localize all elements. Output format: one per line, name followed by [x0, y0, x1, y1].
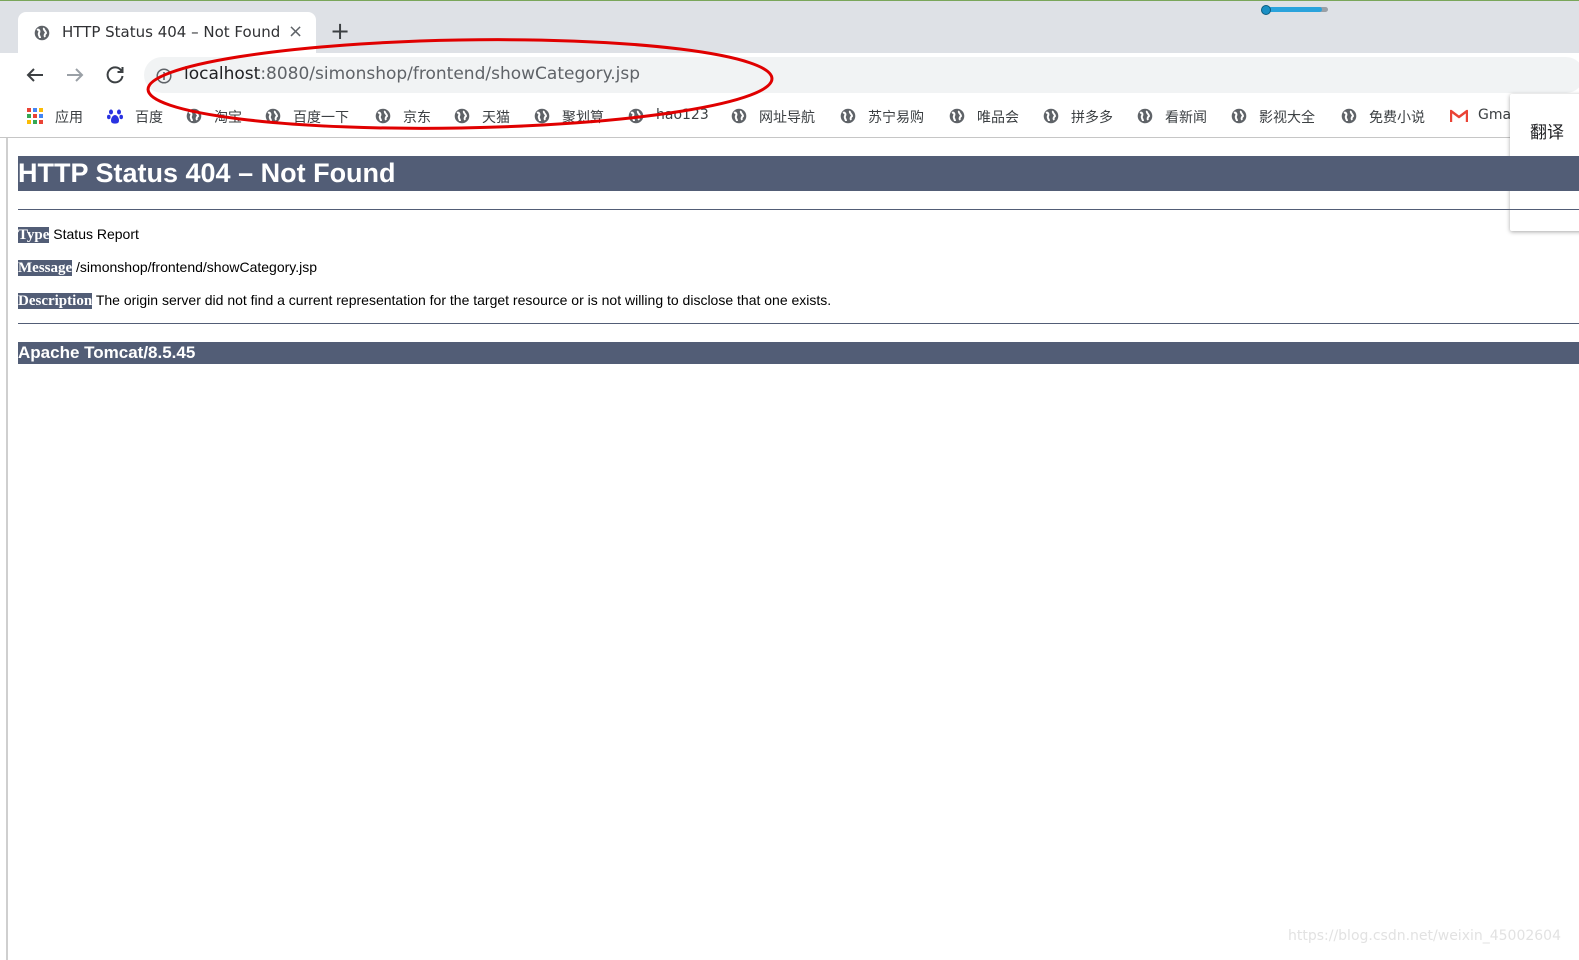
watermark: https://blog.csdn.net/weixin_45002604: [1287, 928, 1561, 944]
type-line: Type Status Report: [18, 226, 139, 244]
window-slider[interactable]: [1261, 5, 1328, 15]
translate-label[interactable]: 翻译: [1530, 118, 1564, 143]
description-line: Description The origin server did not fi…: [18, 292, 831, 310]
forward-arrow-icon[interactable]: [61, 61, 89, 89]
globe-icon: [628, 108, 644, 124]
bookmark-label: 百度: [135, 110, 163, 126]
page-title: HTTP Status 404 – Not Found: [18, 156, 1579, 191]
window-edge: [6, 138, 8, 960]
bookmark-gmail[interactable]: Gmail: [1450, 107, 1510, 127]
toolbar: localhost:8080/simonshop/frontend/showCa…: [0, 53, 1579, 98]
divider: [18, 323, 1579, 324]
bookmark-label: 看新闻: [1165, 110, 1207, 126]
tab-title: HTTP Status 404 – Not Found: [62, 23, 281, 41]
info-icon[interactable]: [156, 68, 172, 84]
description-value: The origin server did not find a current…: [95, 292, 832, 308]
toolbar-divider: [0, 137, 1579, 138]
bookmark-label: 唯品会: [977, 110, 1019, 126]
bookmark-label: 影视大全: [1259, 110, 1315, 126]
bookmark-label: 苏宁易购: [868, 110, 924, 126]
bookmarks-bar: 应用 百度 淘宝 百度一下 京东 天猫 聚划算 hao123 网址导航 苏宁易购…: [0, 98, 1579, 136]
divider: [18, 209, 1579, 210]
url-text[interactable]: localhost:8080/simonshop/frontend/showCa…: [184, 64, 640, 84]
message-line: Message /simonshop/frontend/showCategory…: [18, 259, 317, 277]
bookmark-label: Gmail: [1478, 107, 1510, 123]
message-value: /simonshop/frontend/showCategory.jsp: [76, 259, 318, 275]
globe-icon: [1341, 108, 1357, 124]
new-tab-button[interactable]: +: [330, 17, 350, 45]
bookmark-label: 百度一下: [293, 110, 349, 126]
globe-icon: [1231, 108, 1247, 124]
gmail-icon: [1450, 109, 1468, 122]
bookmark-label: 拼多多: [1071, 110, 1113, 126]
globe-icon: [34, 25, 50, 41]
address-bar[interactable]: localhost:8080/simonshop/frontend/showCa…: [144, 57, 1579, 93]
message-label: Message: [18, 260, 73, 276]
globe-icon: [186, 108, 202, 124]
close-icon[interactable]: ×: [288, 21, 303, 42]
globe-icon: [949, 108, 965, 124]
server-footer: Apache Tomcat/8.5.45: [18, 342, 1579, 364]
globe-icon: [840, 108, 856, 124]
bookmark-label: 应用: [55, 110, 83, 126]
bookmark-label: 天猫: [482, 110, 510, 126]
globe-icon: [731, 108, 747, 124]
bookmark-label: 淘宝: [214, 110, 242, 126]
slider-knob[interactable]: [1261, 5, 1271, 15]
browser-chrome: HTTP Status 404 – Not Found × + localhos…: [0, 0, 1579, 140]
url-host: localhost: [184, 64, 261, 84]
globe-icon: [534, 108, 550, 124]
bookmark-label: hao123: [656, 107, 709, 123]
description-label: Description: [18, 293, 93, 309]
bookmark-label: 京东: [403, 110, 431, 126]
back-arrow-icon[interactable]: [21, 61, 49, 89]
globe-icon: [375, 108, 391, 124]
baidu-paw-icon: [107, 109, 123, 124]
globe-icon: [265, 108, 281, 124]
globe-icon: [454, 108, 470, 124]
tab-active[interactable]: HTTP Status 404 – Not Found ×: [18, 12, 316, 54]
type-value: Status Report: [53, 226, 139, 242]
bookmark-label: 网址导航: [759, 110, 815, 126]
tab-strip: HTTP Status 404 – Not Found × +: [0, 0, 1579, 54]
bookmark-label: 免费小说: [1369, 110, 1425, 126]
reload-icon[interactable]: [101, 61, 129, 89]
apps-grid-icon: [27, 108, 43, 124]
globe-icon: [1043, 108, 1059, 124]
url-path: :8080/simonshop/frontend/showCategory.js…: [260, 64, 641, 84]
type-label: Type: [18, 227, 50, 243]
globe-icon: [1137, 108, 1153, 124]
bookmark-label: 聚划算: [562, 110, 604, 126]
